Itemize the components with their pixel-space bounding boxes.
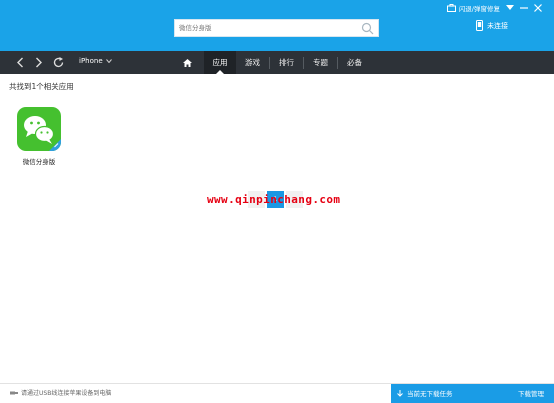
status-bar: 请通过USB线连接苹果设备到电脑 当前无下载任务 下载管理: [0, 383, 554, 403]
connection-label: 未连接: [487, 21, 508, 30]
usb-hint-label: 请通过USB线连接苹果设备到电脑: [21, 390, 112, 397]
app-name[interactable]: 微信分身版: [17, 156, 61, 166]
window-controls: 闪退/弹窗修复: [446, 2, 542, 14]
device-selector[interactable]: iPhone: [79, 57, 112, 65]
tab-rankings[interactable]: 排行: [270, 51, 303, 74]
forward-icon[interactable]: [32, 56, 45, 69]
tab-apps-label: 应用: [212, 58, 228, 67]
back-icon[interactable]: [14, 56, 27, 69]
usb-hint: 请通过USB线连接苹果设备到电脑: [10, 388, 111, 397]
top-bar: 闪退/弹窗修复 未连接: [0, 0, 554, 51]
download-status: 当前无下载任务: [397, 388, 453, 398]
search-box[interactable]: [174, 19, 379, 37]
tab-rankings-label: 排行: [279, 58, 294, 67]
download-manager-button[interactable]: 下载管理: [518, 388, 544, 398]
download-status-label: 当前无下载任务: [407, 390, 453, 398]
device-name: iPhone: [79, 57, 103, 65]
main-tabs: 应用 游戏 排行 专题 必备: [176, 51, 371, 74]
feedback-button[interactable]: 闪退/弹窗修复: [446, 3, 500, 13]
home-icon: [182, 58, 192, 67]
wechat-icon[interactable]: [17, 107, 61, 151]
refresh-icon[interactable]: [52, 56, 65, 69]
tab-essentials-label: 必备: [347, 58, 362, 67]
watermark-text: www.qinpinchang.com: [207, 193, 341, 206]
tab-home[interactable]: [176, 51, 198, 74]
phone-icon: [476, 20, 483, 31]
tab-topics[interactable]: 专题: [304, 51, 337, 74]
close-icon[interactable]: [534, 4, 542, 12]
tab-games-label: 游戏: [245, 58, 260, 67]
search-result-count: 共找到1个相关应用: [9, 82, 74, 91]
download-icon: [397, 389, 403, 397]
tab-games[interactable]: 游戏: [236, 51, 269, 74]
minimize-icon[interactable]: [520, 5, 528, 11]
chevron-down-icon: [105, 59, 112, 63]
device-connection-status[interactable]: 未连接: [476, 20, 508, 31]
download-bar[interactable]: 当前无下载任务 下载管理: [391, 384, 554, 403]
toolbox-icon: [446, 4, 456, 12]
nav-bar: iPhone 应用 游戏 排行 专题 必备: [0, 51, 554, 74]
tab-apps[interactable]: 应用: [204, 51, 236, 74]
menu-dropdown-icon[interactable]: [506, 5, 514, 11]
tab-topics-label: 专题: [313, 58, 328, 67]
search-icon[interactable]: [361, 22, 374, 35]
search-input[interactable]: [175, 20, 359, 36]
usb-icon: [10, 391, 18, 394]
app-item[interactable]: 微信分身版: [17, 107, 61, 166]
tab-essentials[interactable]: 必备: [338, 51, 371, 74]
feedback-label: 闪退/弹窗修复: [458, 5, 500, 13]
